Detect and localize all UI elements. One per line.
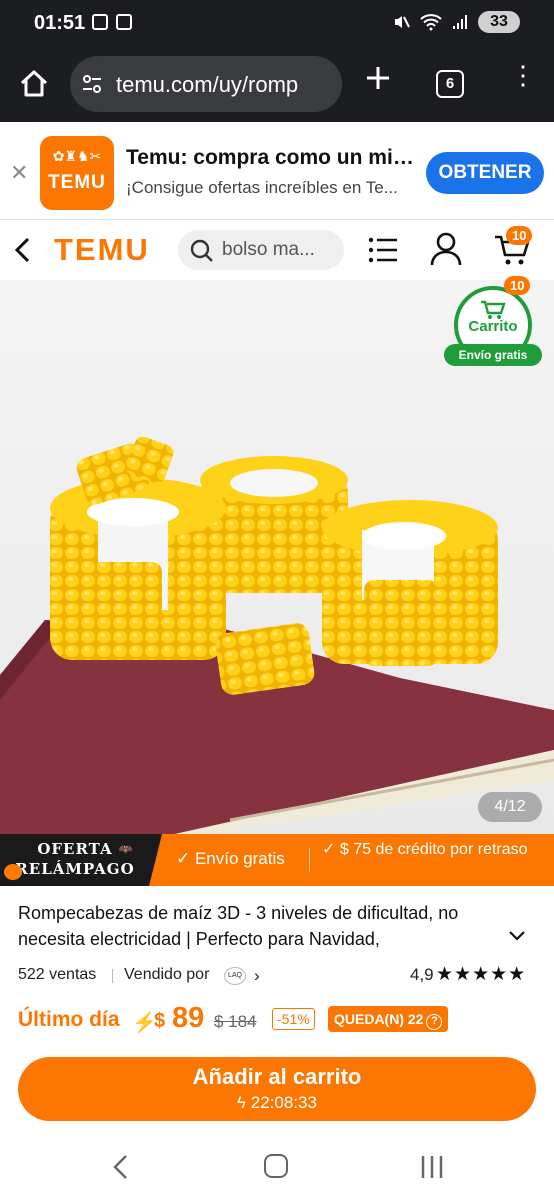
- account-icon[interactable]: [430, 232, 462, 266]
- mute-icon: [395, 16, 410, 28]
- stock-remaining-badge[interactable]: QUEDA(N) 22?: [328, 1006, 449, 1032]
- status-time: 01:51: [34, 12, 86, 34]
- app-logo-text: TEMU: [48, 172, 106, 193]
- price-value: 89: [172, 1002, 205, 1034]
- tab-switcher-button[interactable]: 6: [436, 70, 464, 98]
- floating-cart-badge: 10: [504, 276, 531, 295]
- banner-subtitle: ¡Consigue ofertas increíbles en Te...: [126, 178, 398, 197]
- cart-count-badge: 10: [506, 226, 533, 245]
- floating-cart-shipping: Envío gratis: [444, 344, 542, 366]
- floating-cart-button[interactable]: Carrito Envío gratis: [444, 286, 542, 372]
- seller-logo[interactable]: LAQ: [224, 967, 246, 985]
- close-icon[interactable]: ✕: [10, 160, 28, 186]
- banner-title: Temu: compra como un mil...: [126, 146, 416, 169]
- search-icon: [190, 239, 213, 262]
- floating-cart-label: Carrito: [468, 318, 518, 335]
- browser-toolbar: temu.com/uy/romp 6 ⋮: [0, 46, 554, 122]
- get-app-button[interactable]: OBTENER: [426, 152, 544, 194]
- countdown-timer: ϟ 22:08:33: [18, 1093, 536, 1113]
- site-header: TEMU bolso ma... 10: [0, 220, 554, 280]
- system-home-icon[interactable]: [264, 1154, 288, 1178]
- system-recents-icon[interactable]: [420, 1154, 444, 1180]
- search-placeholder: bolso ma...: [222, 239, 315, 260]
- category-menu-icon[interactable]: [368, 237, 398, 263]
- stock-remaining-text: QUEDA(N) 22: [334, 1011, 424, 1027]
- bat-icon: 🦇: [118, 842, 133, 856]
- app-install-banner: ✕ ✿♜♞✂ TEMU Temu: compra como un mil... …: [0, 122, 554, 220]
- product-title: Rompecabezas de maíz 3D - 3 niveles de d…: [18, 903, 459, 949]
- new-tab-icon[interactable]: [364, 64, 392, 92]
- battery-indicator: 33: [478, 11, 520, 33]
- search-bar[interactable]: bolso ma...: [178, 230, 344, 270]
- status-right: 33: [392, 11, 520, 33]
- system-back-icon[interactable]: [110, 1154, 132, 1180]
- sales-count: 522 ventas: [18, 966, 97, 983]
- screenshot-icon: [92, 14, 108, 30]
- back-arrow-icon[interactable]: [12, 236, 34, 264]
- site-settings-icon[interactable]: [82, 75, 102, 93]
- flash-title-line2: RELÁMPAGO: [15, 860, 135, 878]
- floating-cart-icon: [481, 300, 506, 319]
- image-counter: 4/12: [478, 792, 542, 822]
- rating-value: 4,9: [410, 965, 434, 984]
- help-icon[interactable]: ?: [426, 1014, 443, 1030]
- status-notification-icons: [92, 14, 132, 30]
- home-icon[interactable]: [18, 68, 50, 100]
- app-logo: ✿♜♞✂ TEMU: [40, 136, 114, 210]
- discount-badge: -51%: [272, 1008, 315, 1030]
- sales-divider: [112, 969, 113, 983]
- timer-lightning-icon: ϟ: [237, 1093, 251, 1112]
- add-to-cart-button[interactable]: Añadir al carrito ϟ 22:08:33: [18, 1057, 536, 1121]
- price-currency: $: [154, 1010, 166, 1032]
- countdown-value: 22:08:33: [250, 1093, 317, 1112]
- sold-by-label[interactable]: Vendido por: [124, 966, 209, 984]
- url-text: temu.com/uy/romp: [116, 72, 299, 97]
- last-day-label: Último día: [18, 1008, 120, 1031]
- add-to-cart-label: Añadir al carrito: [192, 1064, 362, 1089]
- delay-credit-text: ✓ $ 75 de crédito por retraso: [322, 841, 528, 858]
- chevron-right-icon[interactable]: ›: [254, 966, 260, 986]
- free-shipping-text: ✓ Envío gratis: [176, 849, 285, 868]
- wifi-icon: [420, 14, 442, 31]
- chevron-down-icon[interactable]: [508, 930, 526, 942]
- system-nav-bar: [0, 1134, 554, 1200]
- original-price: $ 184: [214, 1012, 257, 1031]
- flash-deal-banner[interactable]: OFERTA RELÁMPAGO 🦇 ✓ Envío gratis ✓ $ 75…: [0, 834, 554, 886]
- signal-icon: [453, 15, 467, 29]
- logo-glyphs-icon: ✿♜♞✂: [52, 148, 102, 164]
- status-bar: 01:51 33: [0, 0, 554, 46]
- price-row: Último día ⚡ $ 89 $ 184 -51% QUEDA(N) 22…: [18, 1002, 548, 1038]
- address-bar[interactable]: temu.com/uy/romp: [70, 56, 342, 112]
- browser-menu-icon[interactable]: ⋮: [510, 62, 536, 100]
- notification-icon: [116, 14, 132, 30]
- flash-divider: [309, 848, 310, 872]
- rating-stars[interactable]: ★★★★★: [436, 963, 526, 986]
- brand-logo[interactable]: TEMU: [54, 232, 150, 268]
- flash-deal-label: OFERTA RELÁMPAGO 🦇: [0, 834, 162, 886]
- pumpkin-icon: [4, 864, 22, 880]
